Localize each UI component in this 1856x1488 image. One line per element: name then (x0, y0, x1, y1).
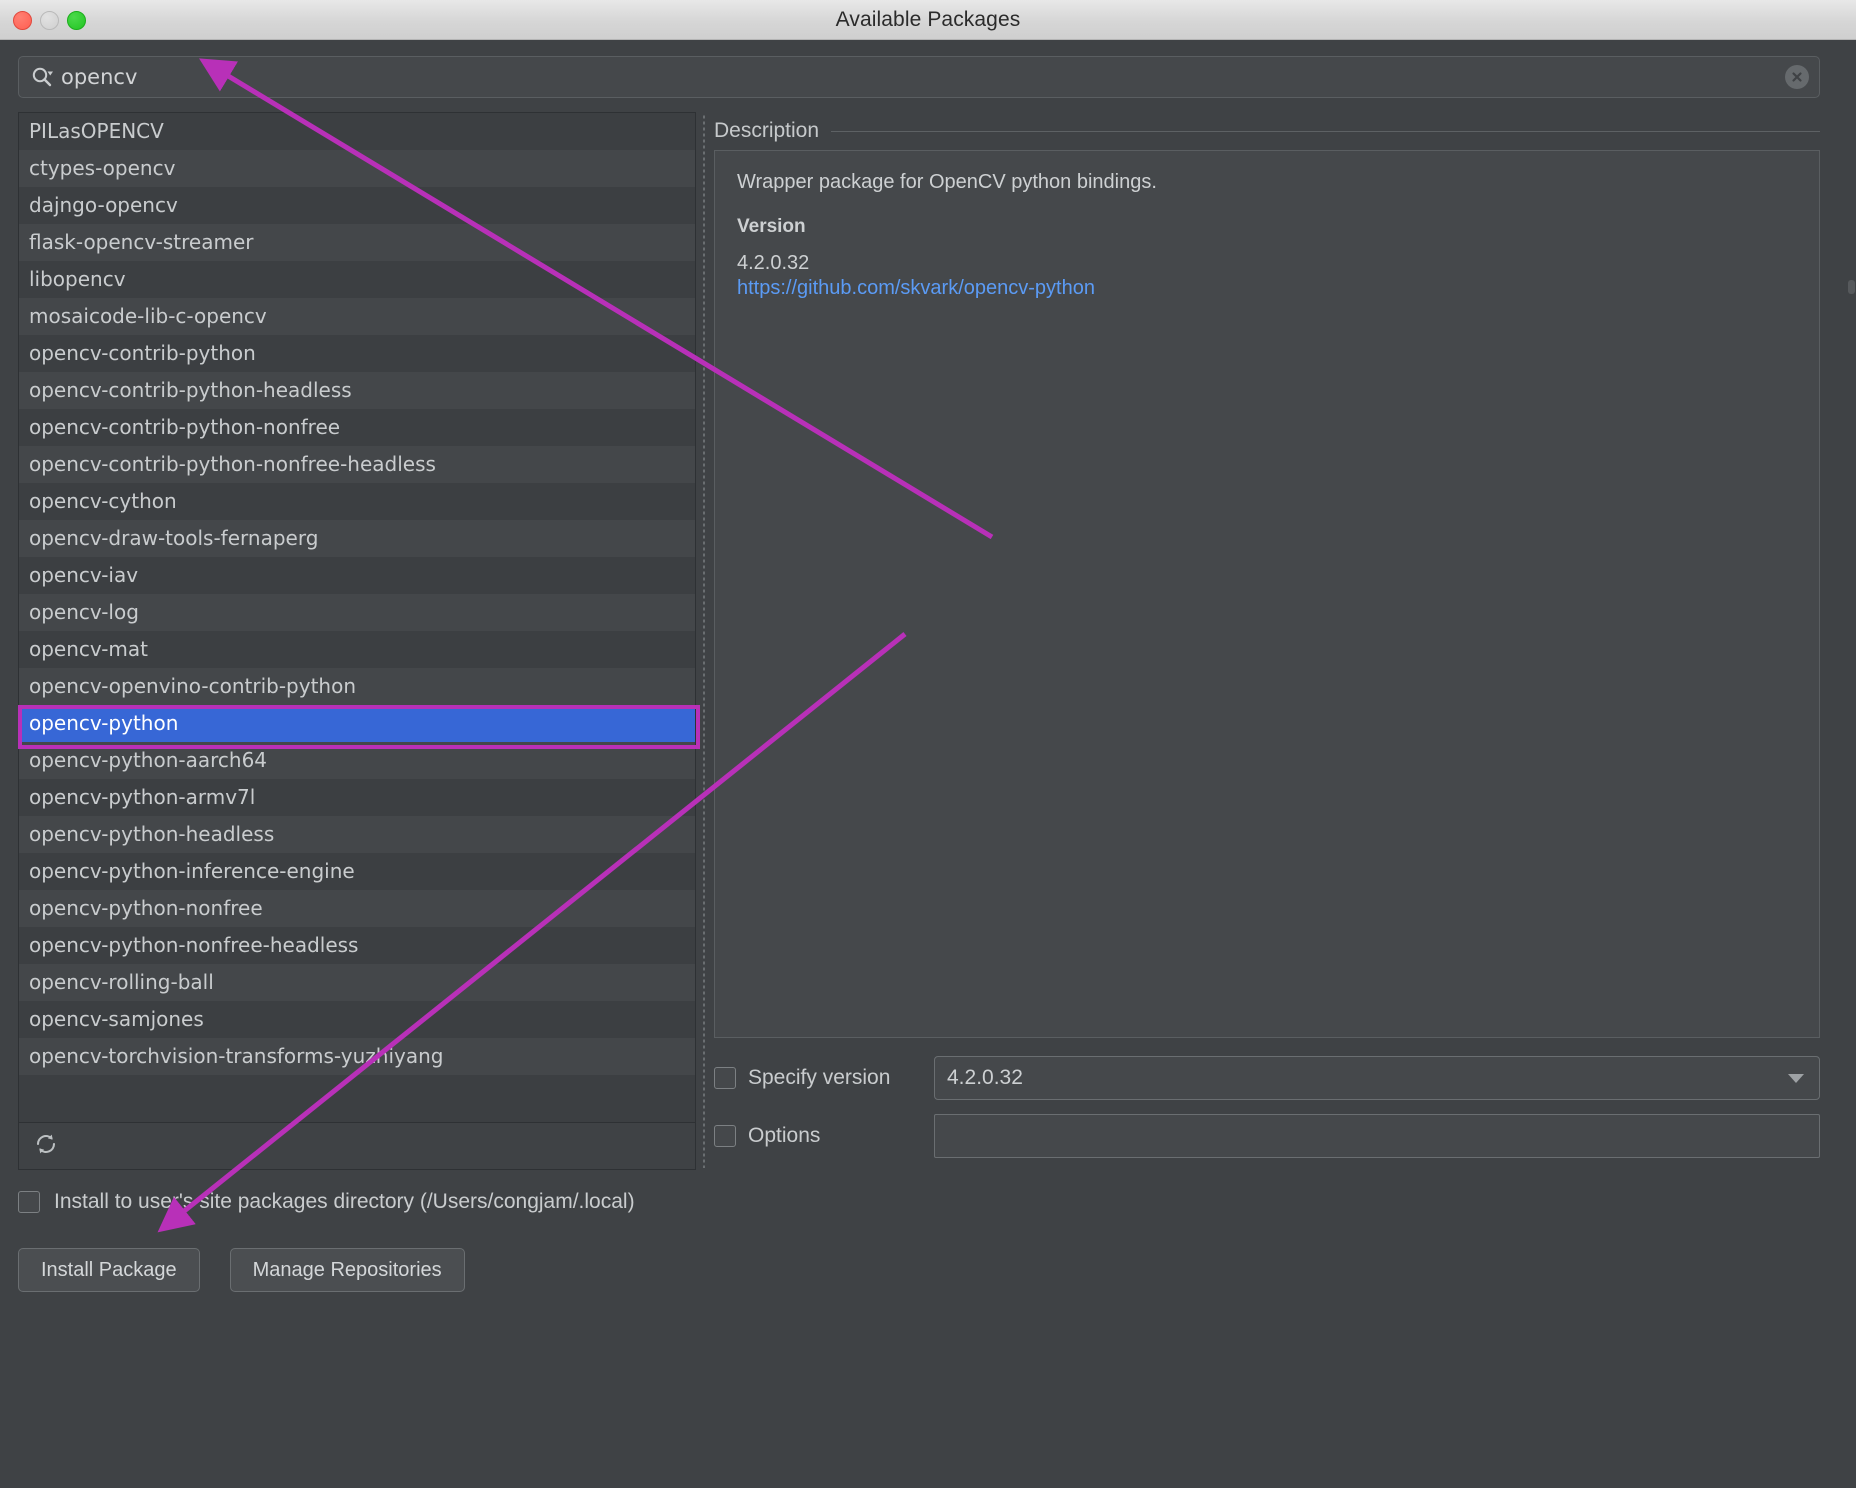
version-select[interactable]: 4.2.0.32 (934, 1056, 1820, 1100)
options-label: Options (748, 1124, 821, 1147)
user-site-checkbox[interactable] (18, 1191, 40, 1213)
user-site-row: Install to user's site packages director… (18, 1182, 1820, 1222)
version-value: 4.2.0.32 (737, 252, 810, 274)
package-list-item[interactable]: libopencv (19, 261, 695, 298)
package-list-item[interactable]: opencv-python-headless (19, 816, 695, 853)
package-list-item[interactable]: dajngo-opencv (19, 187, 695, 224)
package-list-item[interactable]: opencv-torchvision-transforms-yuzhiyang (19, 1038, 695, 1075)
search-input[interactable]: opencv (59, 65, 1785, 89)
description-divider (831, 130, 1820, 132)
package-list-item[interactable]: opencv-cython (19, 483, 695, 520)
options-checkbox[interactable] (714, 1125, 736, 1147)
package-list-item[interactable]: mosaicode-lib-c-opencv (19, 298, 695, 335)
description-column: Description Wrapper package for OpenCV p… (714, 112, 1820, 1170)
package-list-item[interactable]: ctypes-opencv (19, 150, 695, 187)
minimize-window-button[interactable] (40, 10, 59, 30)
specify-version-row: Specify version 4.2.0.32 (714, 1054, 1820, 1102)
package-list-column: PILasOPENCV ctypes-opencv dajngo-opencv fla… (18, 112, 696, 1170)
description-panel: Wrapper package for OpenCV python bindin… (714, 150, 1820, 1038)
package-list-item[interactable]: opencv-draw-tools-fernaperg (19, 520, 695, 557)
search-row: opencv (18, 56, 1820, 98)
package-list-item[interactable]: opencv-contrib-python-nonfree-headless (19, 446, 695, 483)
available-packages-window: Available Packages opencv PILasOPENCV ct… (0, 0, 1856, 1488)
user-site-label: Install to user's site packages director… (54, 1190, 635, 1213)
version-select-value: 4.2.0.32 (947, 1066, 1023, 1089)
chevron-down-icon (1787, 1066, 1805, 1090)
package-list-item[interactable]: opencv-python-nonfree (19, 890, 695, 927)
description-section-title: Description (714, 119, 820, 142)
package-list-item[interactable]: opencv-python-inference-engine (19, 853, 695, 890)
refresh-icon[interactable] (33, 1131, 59, 1161)
window-titlebar: Available Packages (0, 0, 1856, 40)
package-list-item[interactable]: opencv-python-nonfree-headless (19, 927, 695, 964)
package-list-item[interactable]: PILasOPENCV (19, 113, 695, 150)
install-options: Specify version 4.2.0.32 Options (714, 1038, 1820, 1170)
version-heading: Version (737, 216, 806, 237)
package-list-item[interactable]: opencv-log (19, 594, 695, 631)
search-box[interactable]: opencv (18, 56, 1820, 98)
options-input[interactable] (934, 1114, 1820, 1158)
package-list-toolbar (18, 1123, 696, 1170)
package-list-item[interactable]: opencv-python-armv7l (19, 779, 695, 816)
package-list-item[interactable]: opencv-mat (19, 631, 695, 668)
package-list-item[interactable]: opencv-openvino-contrib-python (19, 668, 695, 705)
package-list-item[interactable]: opencv-samjones (19, 1001, 695, 1038)
description-header: Description (714, 112, 1820, 150)
footer-buttons: Install Package Manage Repositories (18, 1248, 1820, 1292)
specify-version-checkbox[interactable] (714, 1067, 736, 1089)
manage-repositories-button[interactable]: Manage Repositories (229, 1248, 465, 1292)
dialog-footer: Install to user's site packages director… (18, 1182, 1820, 1292)
traffic-light-controls (13, 0, 86, 40)
package-list-item[interactable]: opencv-contrib-python-nonfree (19, 409, 695, 446)
window-scrollbar-thumb[interactable] (1848, 280, 1855, 294)
search-icon (31, 66, 53, 88)
package-list-item[interactable]: flask-opencv-streamer (19, 224, 695, 261)
window-scrollbar[interactable] (1846, 80, 1856, 1488)
close-window-button[interactable] (13, 10, 32, 30)
package-list-item[interactable]: opencv-rolling-ball (19, 964, 695, 1001)
package-list[interactable]: PILasOPENCV ctypes-opencv dajngo-opencv fla… (18, 112, 696, 1123)
specify-version-label: Specify version (748, 1066, 891, 1089)
zoom-window-button[interactable] (67, 10, 86, 30)
package-list-item[interactable]: opencv-contrib-python-headless (19, 372, 695, 409)
description-summary: Wrapper package for OpenCV python bindin… (737, 171, 1157, 193)
clear-search-icon[interactable] (1785, 65, 1809, 89)
window-title: Available Packages (835, 7, 1021, 31)
install-package-button[interactable]: Install Package (18, 1248, 200, 1292)
dialog-body: opencv PILasOPENCV ctypes-opencv dajngo-op… (0, 40, 1856, 1488)
package-list-item[interactable]: opencv-python-aarch64 (19, 742, 695, 779)
main-panes: PILasOPENCV ctypes-opencv dajngo-opencv fla… (18, 112, 1820, 1170)
package-list-item[interactable]: opencv-contrib-python (19, 335, 695, 372)
options-row: Options (714, 1112, 1820, 1160)
pane-splitter[interactable] (696, 112, 714, 1170)
package-list-item[interactable]: opencv-iav (19, 557, 695, 594)
homepage-link[interactable]: https://github.com/skvark/opencv-python (737, 277, 1095, 300)
package-list-item[interactable]: opencv-python (19, 705, 695, 742)
